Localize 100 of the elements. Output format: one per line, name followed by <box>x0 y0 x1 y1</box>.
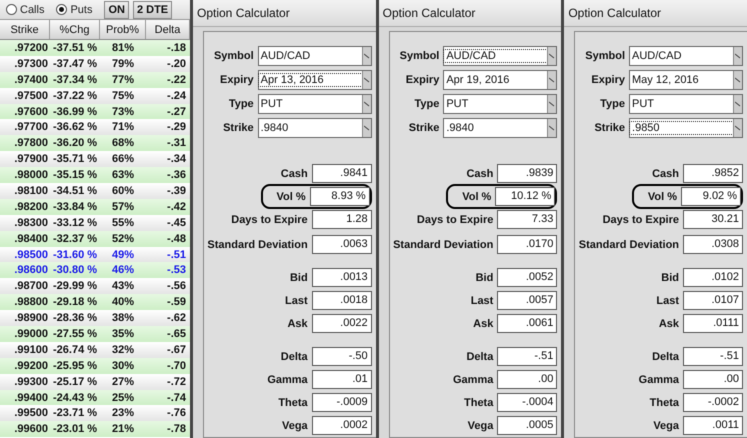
table-row[interactable]: .98100 -34.51 % 60% -.39 <box>0 183 190 199</box>
table-cell-text: -.51 <box>166 248 187 261</box>
dropdown[interactable]: PUT <box>629 94 744 114</box>
table-row[interactable]: .99300 -25.17 % 27% -.72 <box>0 374 190 390</box>
dropdown[interactable]: Apr 13, 2016 <box>258 70 372 90</box>
table-row[interactable]: .99000 -27.55 % 35% -.65 <box>0 326 190 342</box>
field-label: Symbol <box>400 50 440 62</box>
table-cell-text: -.22 <box>166 74 187 86</box>
field-label: Expiry <box>406 74 440 86</box>
field-label: Theta <box>650 396 680 408</box>
table-cell-text: -35.71 % <box>52 153 98 166</box>
field-label: Standard Deviation <box>393 238 494 250</box>
table-cell-text: .99300 <box>13 376 49 388</box>
table-cell-text: -.72 <box>166 376 187 388</box>
table-cell-text: -37.22 % <box>52 90 98 102</box>
table-row[interactable]: .99500 -23.71 % 23% -.76 <box>0 405 190 422</box>
table-cell-text: 71% <box>110 121 136 134</box>
table-row[interactable]: .97300 -37.47 % 79% -.20 <box>0 56 190 72</box>
table-cell-text: .99200 <box>13 360 49 372</box>
toolbar-button[interactable]: ON <box>104 0 129 18</box>
dropdown[interactable]: .9840 <box>258 118 372 138</box>
field-label: Days to Expire <box>416 214 494 226</box>
column-header[interactable]: %Chg <box>50 20 100 39</box>
caret-icon <box>549 77 556 83</box>
field-label: Ask <box>658 318 680 330</box>
radio-label: Puts <box>70 4 92 16</box>
table-cell-text: -37.47 % <box>52 58 98 70</box>
table-cell-text: 57% <box>110 200 136 213</box>
table-row[interactable]: .99400 -24.43 % 25% -.74 <box>0 390 190 406</box>
field-label: Standard Deviation <box>207 238 308 250</box>
table-cell-text: 52% <box>110 232 136 245</box>
value-field: .00 <box>497 370 558 389</box>
dropdown[interactable]: PUT <box>258 94 372 114</box>
column-header[interactable]: Strike <box>0 20 50 39</box>
field-label: Expiry <box>591 74 626 86</box>
field-label: Ask <box>287 318 308 330</box>
value-field: .9852 <box>683 164 744 183</box>
value-field: .0170 <box>497 235 558 254</box>
table-cell-text: -29.99 % <box>52 280 98 292</box>
table-cell-text: -.24 <box>166 90 187 102</box>
window-title: Option Calculator <box>378 0 562 27</box>
table-cell-text: .98300 <box>13 216 49 229</box>
table-row[interactable]: .98900 -28.36 % 38% -.62 <box>0 310 190 326</box>
field-label: Vol % <box>276 190 306 202</box>
toolbar-button[interactable]: 2 DTE <box>132 0 172 18</box>
table-cell-text: .99100 <box>13 344 49 356</box>
table-row[interactable]: .98400 -32.37 % 52% -.48 <box>0 230 190 247</box>
field-label: Last <box>285 294 308 306</box>
table-cell-text: .97600 <box>13 106 49 118</box>
dropdown[interactable]: May 12, 2016 <box>629 70 744 90</box>
table-row[interactable]: .98300 -33.12 % 55% -.45 <box>0 214 190 231</box>
field-label: Strike <box>408 122 440 134</box>
window-title: Option Calculator <box>193 0 376 27</box>
table-row[interactable]: .98700 -29.99 % 43% -.56 <box>0 278 190 294</box>
table-row[interactable]: .98600 -30.80 % 46% -.53 <box>0 262 190 278</box>
dropdown[interactable]: AUD/CAD <box>258 46 372 66</box>
value-field: -.0009 <box>312 393 372 412</box>
field-label: Vega <box>653 420 680 432</box>
table-row[interactable]: .97900 -35.71 % 66% -.34 <box>0 151 190 168</box>
caret-icon <box>735 53 742 59</box>
table-row[interactable]: .97600 -36.99 % 73% -.27 <box>0 104 190 120</box>
table-row[interactable]: .98500 -31.60 % 49% -.51 <box>0 246 190 262</box>
table-row[interactable]: .99600 -23.01 % 21% -.78 <box>0 421 190 438</box>
dropdown[interactable]: .9840 <box>443 118 558 138</box>
radio-button[interactable] <box>56 4 68 15</box>
dropdown[interactable]: PUT <box>443 94 558 114</box>
table-row[interactable]: .97400 -37.34 % 77% -.22 <box>0 72 190 88</box>
dropdown[interactable]: .9850 <box>629 118 744 138</box>
table-row[interactable]: .98000 -35.15 % 63% -.36 <box>0 167 190 184</box>
column-header[interactable]: Prob% <box>100 20 146 39</box>
field-label: Type <box>414 98 440 110</box>
table-cell-text: -29.18 % <box>52 296 98 308</box>
dropdown[interactable]: AUD/CAD <box>629 46 744 66</box>
table-cell-text: 75% <box>110 90 136 102</box>
value-field: .0022 <box>312 314 372 333</box>
table-cell-text: -.27 <box>166 106 187 118</box>
radio-label: Calls <box>20 4 44 16</box>
table-cell-text: 60% <box>110 184 136 197</box>
table-cell-text: -.70 <box>166 360 187 372</box>
table-cell-text: -23.01 % <box>52 423 98 436</box>
table-row[interactable]: .97500 -37.22 % 75% -.24 <box>0 88 190 104</box>
table-cell-text: .99500 <box>13 407 49 420</box>
table-cell-text: .97500 <box>13 90 49 102</box>
table-row[interactable]: .98200 -33.84 % 57% -.42 <box>0 198 190 215</box>
table-cell-text: -.59 <box>166 296 187 308</box>
table-row[interactable]: .99100 -26.74 % 32% -.67 <box>0 342 190 358</box>
dropdown[interactable]: AUD/CAD <box>443 46 558 66</box>
table-row[interactable]: .97800 -36.20 % 68% -.31 <box>0 135 190 152</box>
field-label: Vega <box>282 420 308 432</box>
value-field: -.0002 <box>683 393 744 412</box>
table-cell-text: 77% <box>110 74 136 86</box>
table-row[interactable]: .97700 -36.62 % 71% -.29 <box>0 119 190 136</box>
dropdown[interactable]: Apr 19, 2016 <box>443 70 558 90</box>
value-field: 1.28 <box>312 210 372 229</box>
table-row[interactable]: .99200 -25.95 % 30% -.70 <box>0 358 190 374</box>
radio-button[interactable] <box>6 4 17 15</box>
table-row[interactable]: .97200 -37.51 % 81% -.18 <box>0 40 190 56</box>
caret-icon <box>735 125 742 131</box>
table-row[interactable]: .98800 -29.18 % 40% -.59 <box>0 294 190 310</box>
table-cell-text: .98400 <box>13 232 49 245</box>
